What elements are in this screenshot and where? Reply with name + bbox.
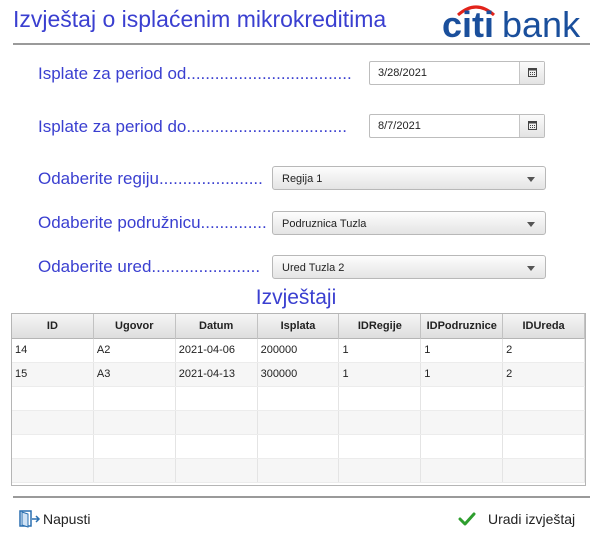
period-to-label: Isplate za period do....................…	[38, 117, 347, 136]
column-header-idureda[interactable]: IDUreda	[503, 314, 585, 339]
empty-table-row	[12, 411, 585, 435]
empty-cell	[12, 459, 94, 482]
report-window: Izvještaj o isplaćenim mikrokreditima ci…	[0, 0, 592, 537]
report-table[interactable]: ID Ugovor Datum Isplata IDRegije IDPodru…	[11, 313, 586, 486]
empty-table-row	[12, 387, 585, 411]
empty-cell	[176, 459, 258, 482]
page-title: Izvještaj o isplaćenim mikrokreditima	[13, 6, 387, 32]
empty-cell	[12, 411, 94, 434]
period-from-datepicker[interactable]: 3/28/2021	[369, 61, 545, 85]
empty-cell	[421, 411, 504, 434]
empty-cell	[339, 459, 422, 482]
column-header-idregije[interactable]: IDRegije	[339, 314, 422, 339]
empty-cell	[12, 435, 94, 458]
chevron-down-icon	[527, 177, 535, 182]
empty-cell	[94, 459, 176, 482]
empty-cell	[258, 387, 340, 410]
table-cell: A2	[94, 339, 176, 362]
empty-cell	[339, 411, 422, 434]
table-cell: 15	[12, 363, 94, 386]
table-cell: 300000	[258, 363, 340, 386]
table-cell: 2	[503, 363, 585, 386]
column-header-ugovor[interactable]: Ugovor	[94, 314, 176, 339]
empty-cell	[258, 459, 340, 482]
empty-cell	[176, 411, 258, 434]
empty-cell	[12, 387, 94, 410]
branch-selected-value: Podruznica Tuzla	[282, 218, 367, 230]
table-cell: 1	[339, 363, 422, 386]
table-cell: A3	[94, 363, 176, 386]
empty-cell	[421, 387, 504, 410]
footer-divider	[13, 496, 590, 498]
empty-cell	[339, 387, 422, 410]
table-cell: 2021-04-06	[176, 339, 258, 362]
empty-cell	[421, 435, 504, 458]
empty-cell	[503, 459, 585, 482]
empty-cell	[176, 387, 258, 410]
table-cell: 1	[339, 339, 422, 362]
table-cell: 1	[421, 363, 504, 386]
period-to-datepicker[interactable]: 8/7/2021	[369, 114, 545, 138]
column-header-id[interactable]: ID	[12, 314, 94, 339]
empty-cell	[503, 387, 585, 410]
empty-table-row	[12, 459, 585, 483]
calendar-icon	[528, 68, 537, 77]
svg-text:citi: citi	[442, 4, 494, 42]
branch-select[interactable]: Podruznica Tuzla	[272, 211, 546, 235]
empty-cell	[94, 435, 176, 458]
region-label: Odaberite regiju......................	[38, 169, 263, 188]
office-label: Odaberite ured.......................	[38, 257, 261, 276]
run-report-button[interactable]: Uradi izvještaj	[458, 509, 575, 529]
checkmark-icon	[458, 512, 476, 526]
empty-cell	[503, 411, 585, 434]
citibank-logo: citi bank	[442, 4, 581, 42]
empty-cell	[176, 435, 258, 458]
table-cell: 200000	[258, 339, 340, 362]
exit-button[interactable]: Napusti	[19, 509, 90, 529]
empty-cell	[94, 387, 176, 410]
report-heading: Izvještaji	[255, 286, 337, 309]
header-divider	[13, 43, 590, 45]
empty-cell	[339, 435, 422, 458]
chevron-down-icon	[527, 266, 535, 271]
empty-cell	[94, 411, 176, 434]
empty-cell	[258, 411, 340, 434]
run-report-button-label: Uradi izvještaj	[488, 511, 576, 527]
period-from-label: Isplate za period od....................…	[38, 64, 352, 83]
empty-table-row	[12, 435, 585, 459]
region-selected-value: Regija 1	[282, 173, 323, 185]
office-selected-value: Ured Tuzla 2	[282, 262, 345, 274]
period-from-calendar-button[interactable]	[519, 62, 544, 84]
calendar-icon	[528, 121, 537, 130]
table-header: ID Ugovor Datum Isplata IDRegije IDPodru…	[12, 314, 585, 339]
empty-cell	[421, 459, 504, 482]
table-cell: 1	[421, 339, 504, 362]
svg-text:bank: bank	[502, 4, 581, 42]
empty-cell	[503, 435, 585, 458]
table-cell: 14	[12, 339, 94, 362]
table-cell: 2021-04-13	[176, 363, 258, 386]
period-to-calendar-button[interactable]	[519, 115, 544, 137]
region-select[interactable]: Regija 1	[272, 166, 546, 190]
column-header-datum[interactable]: Datum	[176, 314, 258, 339]
office-select[interactable]: Ured Tuzla 2	[272, 255, 546, 279]
empty-cell	[258, 435, 340, 458]
table-cell: 2	[503, 339, 585, 362]
table-row[interactable]: 14 A2 2021-04-06 200000 1 1 2	[12, 339, 585, 363]
exit-button-label: Napusti	[43, 511, 91, 527]
exit-door-icon	[19, 510, 41, 528]
column-header-idpodruznice[interactable]: IDPodruznice	[421, 314, 504, 339]
period-to-value[interactable]: 8/7/2021	[378, 120, 421, 132]
period-from-value[interactable]: 3/28/2021	[378, 67, 427, 79]
branch-label: Odaberite podružnicu..............	[38, 213, 267, 232]
chevron-down-icon	[527, 222, 535, 227]
table-row[interactable]: 15 A3 2021-04-13 300000 1 1 2	[12, 363, 585, 387]
column-header-isplata[interactable]: Isplata	[258, 314, 340, 339]
